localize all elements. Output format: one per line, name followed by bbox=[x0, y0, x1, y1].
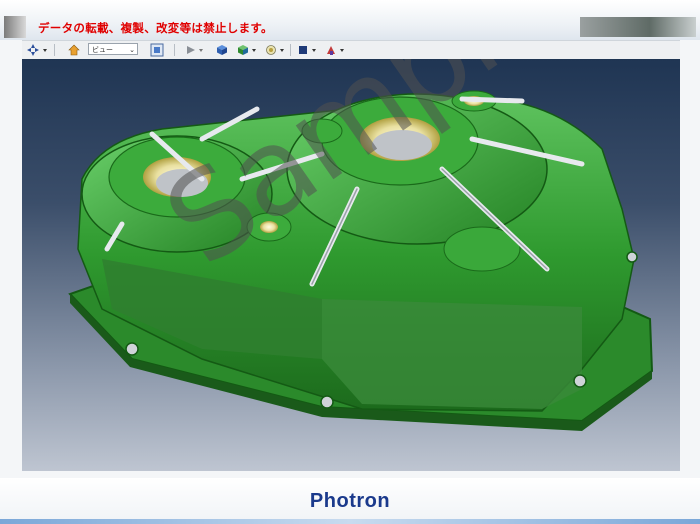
toolbar-separator bbox=[290, 44, 291, 56]
banner-decoration bbox=[580, 17, 696, 37]
color-icon bbox=[299, 46, 316, 54]
chevron-down-icon: ⌄ bbox=[129, 46, 135, 54]
navigate-icon bbox=[27, 44, 47, 56]
light-icon bbox=[266, 45, 284, 55]
cube-button[interactable] bbox=[214, 42, 230, 58]
lighting-button[interactable] bbox=[264, 42, 288, 58]
view-select-value: ビュー bbox=[92, 46, 113, 54]
toolbar-separator bbox=[54, 44, 55, 56]
home-icon bbox=[68, 44, 80, 56]
copyright-notice: データの転載、複製、改変等は禁止します。 bbox=[38, 21, 273, 35]
shading-button[interactable] bbox=[236, 42, 260, 58]
fit-view-icon bbox=[150, 43, 164, 57]
paint-icon bbox=[327, 46, 344, 55]
home-button[interactable] bbox=[66, 42, 82, 58]
play-icon bbox=[187, 46, 203, 54]
shaded-cube-icon bbox=[238, 45, 256, 55]
view-select[interactable]: ビュー ⌄ bbox=[88, 43, 138, 55]
color-button[interactable] bbox=[296, 42, 320, 58]
navigate-button[interactable] bbox=[26, 42, 48, 58]
app-frame: データの転載、複製、改変等は禁止します。 ビュー ⌄ Sample Photro… bbox=[0, 0, 700, 524]
photron-logo: Photron bbox=[309, 490, 391, 512]
toolbar-separator bbox=[174, 44, 175, 56]
3d-viewport[interactable]: Sample bbox=[22, 59, 680, 471]
cube-icon bbox=[217, 45, 227, 55]
paint-button[interactable] bbox=[324, 42, 348, 58]
top-banner: データの転載、複製、改変等は禁止します。 bbox=[0, 0, 700, 40]
banner-logo bbox=[4, 16, 26, 38]
play-button[interactable] bbox=[184, 42, 206, 58]
fit-view-button[interactable] bbox=[148, 42, 166, 58]
viewer-toolbar: ビュー ⌄ bbox=[22, 40, 680, 59]
footer-accent-line bbox=[0, 519, 700, 524]
